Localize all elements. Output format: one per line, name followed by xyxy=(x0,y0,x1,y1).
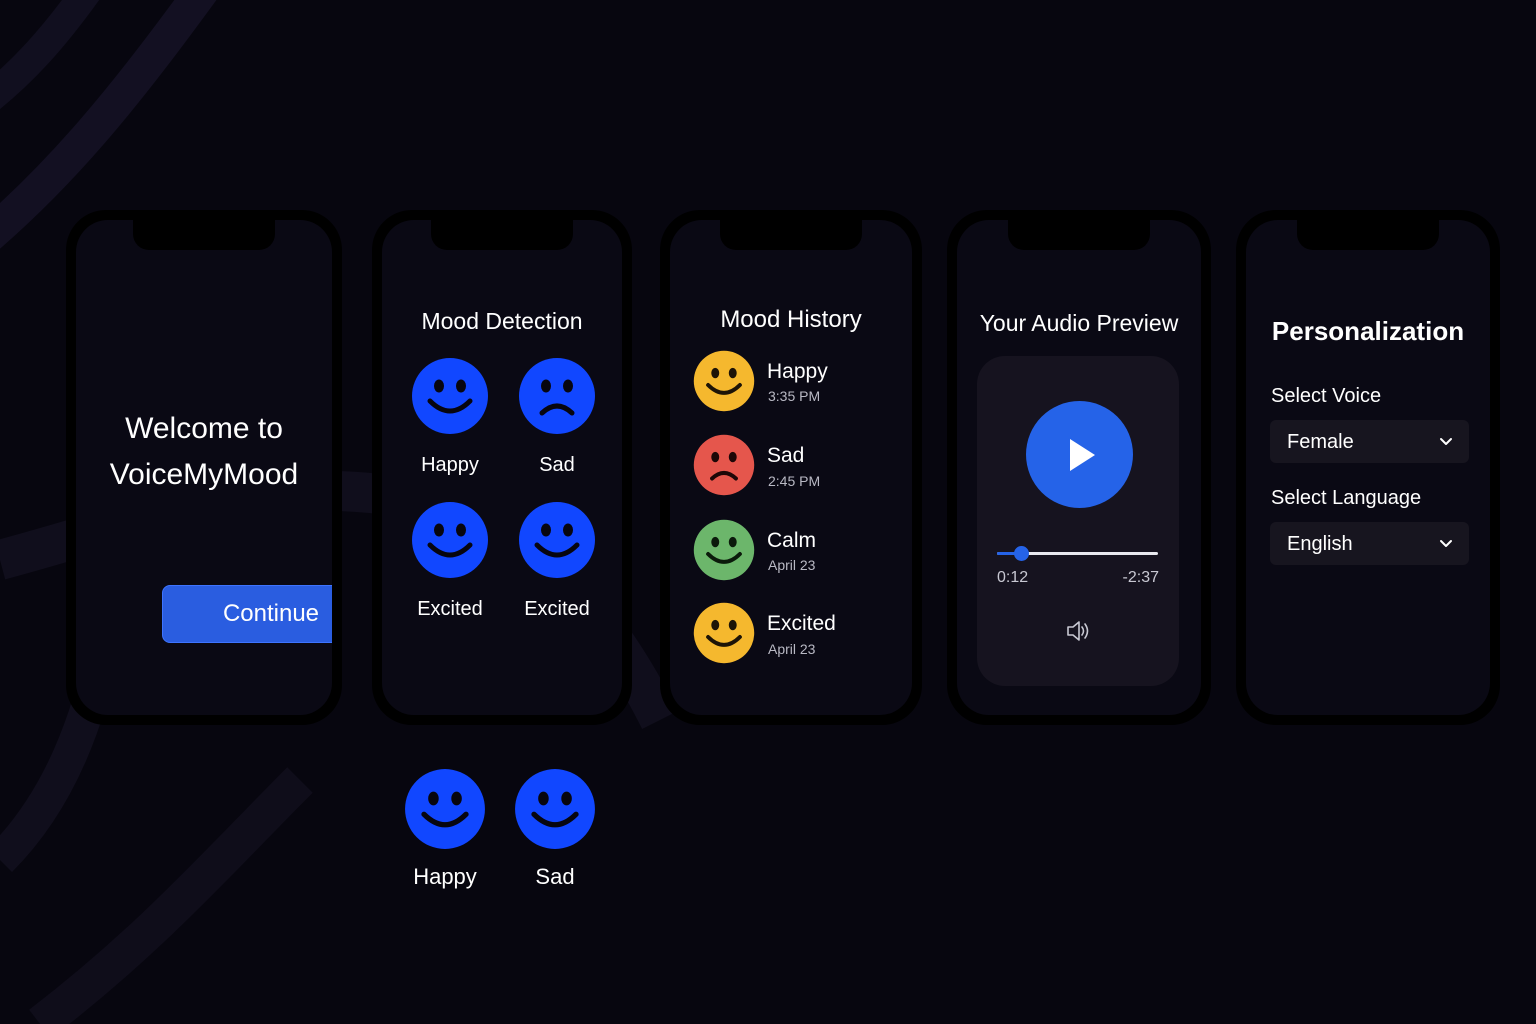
phone-notch xyxy=(431,220,573,250)
select-language-label: Select Language xyxy=(1271,487,1422,509)
welcome-title-line1: Welcome to xyxy=(125,412,283,445)
phone-audio-preview: Your Audio Preview 0:12 -2:37 xyxy=(947,210,1211,725)
smiley-face-icon[interactable] xyxy=(514,768,596,850)
play-icon xyxy=(1069,438,1095,471)
language-select-value: English xyxy=(1287,533,1353,555)
smiley-face-icon[interactable] xyxy=(411,357,489,435)
smiley-face-icon[interactable] xyxy=(404,768,486,850)
history-mood-name: Happy xyxy=(767,360,828,383)
voice-select-value: Female xyxy=(1287,431,1354,453)
audio-scrubber-thumb[interactable] xyxy=(1014,546,1030,561)
audio-preview-screen: Your Audio Preview 0:12 -2:37 xyxy=(957,220,1201,715)
mood-label-happy: Happy xyxy=(413,864,477,889)
personalization-screen: Personalization Select Voice Female Sele… xyxy=(1246,220,1490,715)
mood-label-excited: Excited xyxy=(524,598,590,620)
phone-notch xyxy=(133,220,275,250)
phone-notch xyxy=(1297,220,1439,250)
mood-detection-screen: Mood Detection Happy Sad Excited Excited xyxy=(382,220,622,715)
language-select[interactable]: English xyxy=(1270,522,1469,565)
mood-label-sad: Sad xyxy=(535,864,575,889)
remaining-time: -2:37 xyxy=(1122,569,1159,586)
elapsed-time: 0:12 xyxy=(997,569,1029,586)
speaker-icon[interactable] xyxy=(1065,618,1091,649)
welcome-screen: Welcome to VoiceMyMood Continue xyxy=(76,220,332,715)
mood-detection-title: Mood Detection xyxy=(421,308,583,334)
phone-personalization: Personalization Select Voice Female Sele… xyxy=(1236,210,1500,725)
phone-welcome: Welcome to VoiceMyMood Continue xyxy=(66,210,342,725)
select-voice-label: Select Voice xyxy=(1271,385,1382,407)
mood-history-title: Mood History xyxy=(720,306,862,333)
audio-player-card: 0:12 -2:37 xyxy=(977,356,1179,686)
history-mood-name: Calm xyxy=(767,529,817,552)
sad-face-icon[interactable] xyxy=(518,357,596,435)
voice-select[interactable]: Female xyxy=(1270,420,1469,463)
history-mood-name: Sad xyxy=(767,444,805,467)
welcome-title: Welcome to VoiceMyMood xyxy=(76,406,332,498)
smiley-face-icon xyxy=(693,602,755,664)
mood-label-sad: Sad xyxy=(539,454,575,476)
sad-face-icon xyxy=(693,434,755,496)
phone-mood-history: Mood History Happy 3:35 PM Sad 2:45 PM C… xyxy=(660,210,922,725)
audio-preview-title: Your Audio Preview xyxy=(979,310,1179,336)
history-mood-name: Excited xyxy=(767,612,836,635)
mood-history-screen: Mood History Happy 3:35 PM Sad 2:45 PM C… xyxy=(670,220,912,715)
smiley-face-icon[interactable] xyxy=(411,501,489,579)
history-mood-time: 2:45 PM xyxy=(768,473,821,489)
smiley-face-icon xyxy=(693,519,755,581)
play-button[interactable] xyxy=(1026,401,1133,508)
history-mood-time: April 23 xyxy=(768,557,816,573)
history-mood-time: 3:35 PM xyxy=(768,388,821,404)
history-mood-time: April 23 xyxy=(768,641,816,657)
chevron-down-icon xyxy=(1440,540,1452,547)
phone-notch xyxy=(720,220,862,250)
phone-notch xyxy=(1008,220,1150,250)
audio-progress-bar[interactable] xyxy=(997,546,1158,561)
mood-label-excited: Excited xyxy=(417,598,483,620)
continue-button[interactable]: Continue xyxy=(162,585,332,643)
personalization-title: Personalization xyxy=(1271,316,1465,346)
chevron-down-icon xyxy=(1440,438,1452,445)
welcome-title-line2: VoiceMyMood xyxy=(109,458,299,491)
phone-mood-detection: Mood Detection Happy Sad Excited Excited xyxy=(372,210,632,725)
smiley-face-icon xyxy=(693,350,755,412)
smiley-face-icon[interactable] xyxy=(518,501,596,579)
mood-label-happy: Happy xyxy=(421,454,479,476)
